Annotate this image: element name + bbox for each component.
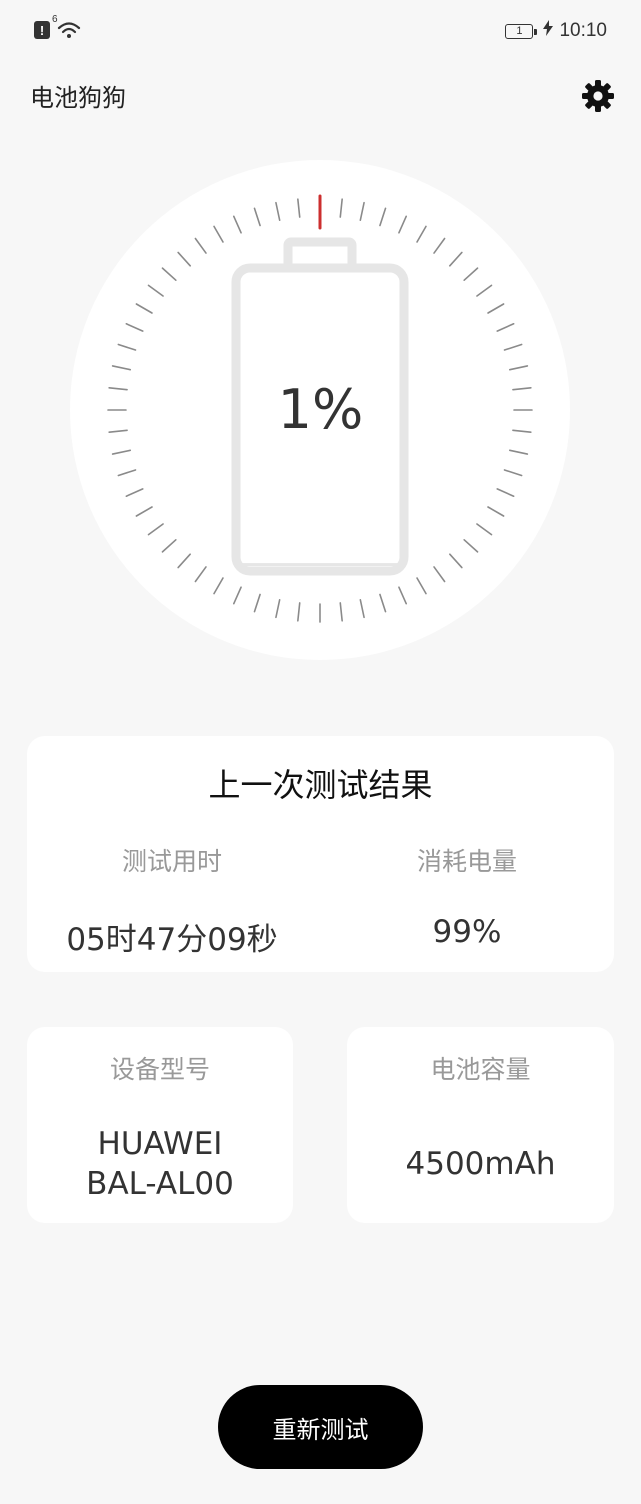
gauge-tick [379,207,387,227]
status-bar: ! 6 1 10:10 [0,0,641,62]
duration-value: 05时47分09秒 [66,922,278,958]
gauge-tick [433,566,446,583]
gauge-tick [433,237,446,254]
gauge-tick [416,577,427,595]
gauge-tick [339,602,343,622]
gauge-tick [339,198,343,218]
gauge-tick [213,577,224,595]
gear-icon[interactable] [580,78,616,114]
app-title: 电池狗狗 [30,84,126,112]
gauge-tick [194,237,207,254]
gauge-tick [125,322,144,332]
alert-icon: ! [34,21,50,39]
gauge-tick [297,602,301,622]
capacity-value: 4500mAh [405,1146,556,1182]
gauge-tick [147,523,164,536]
gauge-tick [416,225,427,243]
gauge-tick [147,284,164,297]
battery-fill [241,563,399,566]
gauge-tick [117,469,137,477]
gauge-tick [449,251,463,267]
gauge-tick [487,506,505,517]
gauge-tick [275,598,281,619]
gauge-tick [398,586,408,605]
battery-percent: 1% [277,378,364,441]
gauge-tick [503,343,523,351]
consumed-label: 消耗电量 [416,847,517,876]
wifi-icon: 6 [52,14,82,40]
gauge-tick [135,506,153,517]
gauge-tick [476,523,493,536]
device-label: 设备型号 [109,1055,210,1084]
charging-bolt-icon [543,20,554,42]
gauge-tick [476,284,493,297]
consumed-value: 99% [432,914,502,950]
gauge-tick [135,303,153,314]
gauge-tick [161,267,177,281]
gauge-tick [496,322,515,332]
retest-button[interactable]: 重新测试 [218,1385,423,1469]
gauge-tick [503,469,523,477]
gauge-tick [111,365,132,371]
gauge-tick [125,488,144,498]
gauge-tick [253,593,261,613]
device-value-line2: BAL-AL00 [86,1166,234,1202]
device-value-line1: HUAWEI [97,1126,223,1162]
gauge-tick [463,267,479,281]
gauge-tick [508,449,529,455]
gauge-tick [177,251,191,267]
status-time: 10:10 [559,20,607,41]
gauge-tick [213,225,224,243]
gauge-tick [232,215,242,234]
gauge-tick [379,593,387,613]
gauge-tick [449,553,463,569]
battery-icon: 1 [505,23,538,39]
gauge-tick [232,586,242,605]
device-value: HUAWEI BAL-AL00 [27,1124,293,1204]
duration-label: 测试用时 [121,847,222,876]
gauge-tick [177,553,191,569]
gauge-tick [111,449,132,455]
gauge-tick [117,343,137,351]
gauge-tick [496,488,515,498]
gauge-tick [359,598,365,619]
gauge-tick [359,201,365,222]
gauge-tick [253,207,261,227]
gauge-tick [463,539,479,553]
gauge-tick [508,365,529,371]
gauge-tick [275,201,281,222]
gauge-tick [194,566,207,583]
gauge-tick [297,198,301,218]
capacity-label: 电池容量 [430,1055,531,1084]
gauge-tick [161,539,177,553]
last-result-title: 上一次测试结果 [208,766,433,804]
gauge-tick [487,303,505,314]
signal-label: 6 [52,14,58,25]
gauge-tick [398,215,408,234]
